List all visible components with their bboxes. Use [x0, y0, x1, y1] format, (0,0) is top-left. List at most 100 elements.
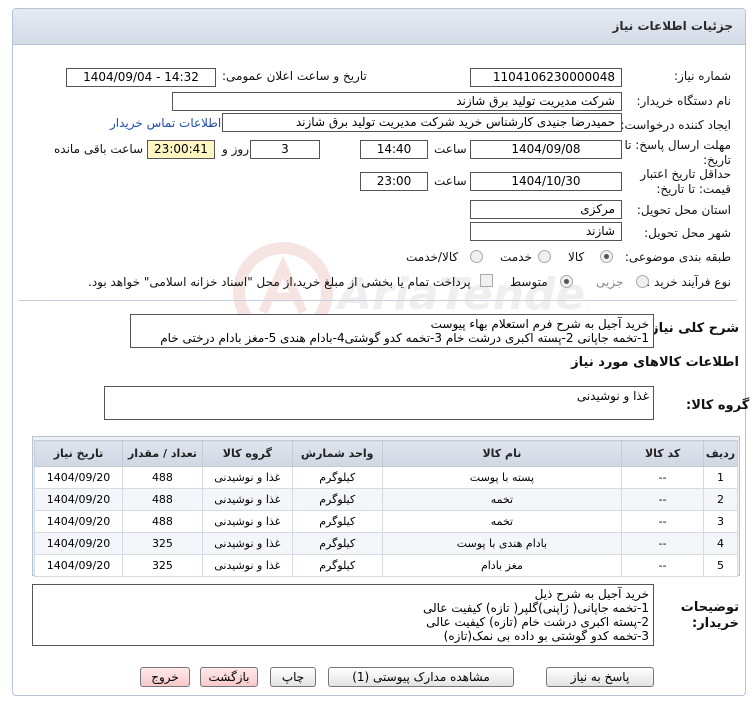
- process-label: نوع فرآیند خرید :: [646, 275, 731, 289]
- goods-table: ردیف کد کالا نام کالا واحد شمارش گروه کا…: [34, 440, 738, 577]
- category-radio-goods-service[interactable]: [470, 250, 483, 263]
- cell-name: تخمه: [381, 488, 623, 511]
- cell-group: غذا و نوشیدنی: [201, 466, 293, 489]
- cell-group: غذا و نوشیدنی: [201, 488, 293, 511]
- city-label: شهر محل تحویل:: [644, 226, 731, 240]
- remaining-time-field: 23:00:41: [147, 140, 215, 159]
- province-label: استان محل تحویل:: [636, 203, 731, 217]
- cell-name: تخمه: [381, 510, 623, 533]
- category-radio-goods[interactable]: [600, 250, 613, 263]
- category-option-service: خدمت: [500, 250, 532, 264]
- category-option-goods: کالا: [568, 250, 585, 264]
- buyer-contact-link[interactable]: اطلاعات تماس خریدار: [110, 116, 221, 130]
- cell-code: --: [621, 466, 705, 489]
- announce-label: تاریخ و ساعت اعلان عمومی:: [222, 69, 367, 83]
- process-radio-minor[interactable]: [636, 275, 649, 288]
- cell-date: 1404/09/20: [34, 532, 123, 555]
- table-row[interactable]: 2 -- تخمه کیلوگرم غذا و نوشیدنی 488 1404…: [34, 488, 738, 511]
- table-row[interactable]: 3 -- تخمه کیلوگرم غذا و نوشیدنی 488 1404…: [34, 510, 738, 533]
- cell-group: غذا و نوشیدنی: [201, 532, 293, 555]
- col-header-quantity: تعداد / مقدار: [122, 440, 203, 467]
- reply-button[interactable]: پاسخ به نیاز: [546, 667, 654, 687]
- col-header-name: نام کالا: [381, 440, 623, 467]
- cell-unit: کیلوگرم: [291, 488, 383, 511]
- goods-section-title: اطلاعات کالاهای مورد نیاز: [571, 355, 739, 370]
- remaining-label: ساعت باقی مانده: [54, 142, 144, 156]
- cell-quantity: 325: [122, 554, 203, 577]
- table-row[interactable]: 5 -- مغز بادام کیلوگرم غذا و نوشیدنی 325…: [34, 554, 738, 577]
- cell-unit: کیلوگرم: [291, 466, 383, 489]
- description-line-1: خرید آجیل به شرح فرم استعلام بهاء پیوست: [430, 317, 649, 331]
- exit-button[interactable]: خروج: [140, 667, 190, 687]
- back-button[interactable]: بازگشت: [200, 667, 258, 687]
- cell-quantity: 488: [122, 466, 203, 489]
- cell-quantity: 488: [122, 510, 203, 533]
- process-option-medium: متوسط: [510, 275, 548, 289]
- attachments-button[interactable]: مشاهده مدارک پیوستی (1): [328, 667, 514, 687]
- category-option-goods-service: کالا/خدمت: [406, 250, 459, 264]
- col-header-group: گروه کالا: [201, 440, 293, 467]
- reply-date-field: 1404/09/08: [470, 140, 622, 159]
- buyer-notes-line: 3-تخمه کدو گوشتی بو داده بی نمک(تازه): [443, 629, 649, 643]
- cell-date: 1404/09/20: [34, 488, 123, 511]
- reply-time-field: 14:40: [360, 140, 428, 159]
- cell-name: مغز بادام: [381, 554, 623, 577]
- buyer-notes-textarea[interactable]: خرید آجیل به شرح ذیل 1-تخمه جاپانی( ژاپن…: [32, 584, 654, 646]
- category-radio-service[interactable]: [538, 250, 551, 263]
- process-option-minor: جزیی: [596, 275, 624, 289]
- cell-unit: کیلوگرم: [291, 532, 383, 555]
- cell-date: 1404/09/20: [34, 510, 123, 533]
- days-label: روز و: [222, 142, 249, 156]
- print-button[interactable]: چاپ: [270, 667, 316, 687]
- cell-quantity: 325: [122, 532, 203, 555]
- buyer-org-label: نام دستگاه خریدار:: [636, 94, 732, 108]
- divider: [18, 300, 737, 301]
- cell-row-number: 1: [703, 466, 738, 489]
- table-header-row: ردیف کد کالا نام کالا واحد شمارش گروه کا…: [34, 440, 738, 467]
- buyer-notes-line: خرید آجیل به شرح ذیل: [534, 587, 649, 601]
- announce-field: 1404/09/04 - 14:32: [66, 68, 216, 87]
- cell-unit: کیلوگرم: [291, 510, 383, 533]
- goods-group-field: غذا و نوشیدنی: [104, 386, 654, 420]
- cell-row-number: 5: [703, 554, 738, 577]
- cell-date: 1404/09/20: [34, 466, 123, 489]
- validity-time-field: 23:00: [360, 172, 428, 191]
- cell-code: --: [621, 532, 705, 555]
- cell-code: --: [621, 488, 705, 511]
- cell-group: غذا و نوشیدنی: [201, 510, 293, 533]
- category-label: طبقه بندی موضوعی:: [624, 250, 731, 264]
- validity-label: حداقل تاریخ اعتبار قیمت: تا تاریخ:: [640, 167, 731, 196]
- window-title: جزئیات اطلاعات نیاز: [612, 19, 733, 33]
- goods-group-label: گروه کالا:: [686, 398, 750, 413]
- days-remaining-field: 3: [250, 140, 320, 159]
- cell-unit: کیلوگرم: [291, 554, 383, 577]
- cell-date: 1404/09/20: [34, 554, 123, 577]
- province-field: مرکزی: [470, 200, 622, 219]
- buyer-notes-line: 2-پسته اکبری درشت خام (تازه) کیفیت عالی: [426, 615, 649, 629]
- table-row[interactable]: 1 -- پسته با پوست کیلوگرم غذا و نوشیدنی …: [34, 466, 738, 489]
- creator-label: ایجاد کننده درخواست:: [620, 118, 731, 132]
- description-line-2: 1-تخمه جاپانی 2-پسته اکبری درشت خام 3-تخ…: [160, 331, 649, 347]
- treasury-checkbox[interactable]: [480, 274, 493, 287]
- cell-row-number: 4: [703, 532, 738, 555]
- reply-deadline-label: مهلت ارسال پاسخ: تا تاریخ:: [624, 138, 731, 167]
- buyer-org-field: شرکت مدیریت تولید برق شازند: [172, 92, 622, 111]
- cell-row-number: 2: [703, 488, 738, 511]
- col-header-date: تاریخ نیاز: [34, 440, 123, 467]
- cell-name: پسته با پوست: [381, 466, 623, 489]
- table-row[interactable]: 4 -- بادام هندی با پوست کیلوگرم غذا و نو…: [34, 532, 738, 555]
- validity-time-label: ساعت: [434, 174, 467, 188]
- city-field: شازند: [470, 222, 622, 241]
- cell-name: بادام هندی با پوست: [381, 532, 623, 555]
- creator-field: حمیدرضا جنیدی کارشناس خرید شرکت مدیریت ت…: [222, 113, 622, 132]
- validity-date-field: 1404/10/30: [470, 172, 622, 191]
- description-textarea[interactable]: خرید آجیل به شرح فرم استعلام بهاء پیوست …: [130, 314, 654, 348]
- description-label: شرح کلی نیاز:: [645, 321, 739, 336]
- process-radio-medium[interactable]: [560, 275, 573, 288]
- need-number-label: شماره نیاز:: [674, 69, 731, 83]
- buyer-notes-line: 1-تخمه جاپانی( ژاپنی)گلپر( تازه) کیفیت ع…: [422, 601, 649, 615]
- cell-code: --: [621, 510, 705, 533]
- col-header-unit: واحد شمارش: [291, 440, 383, 467]
- buyer-notes-label: توضیحات خریدار:: [680, 600, 739, 631]
- col-header-row-number: ردیف: [703, 440, 738, 467]
